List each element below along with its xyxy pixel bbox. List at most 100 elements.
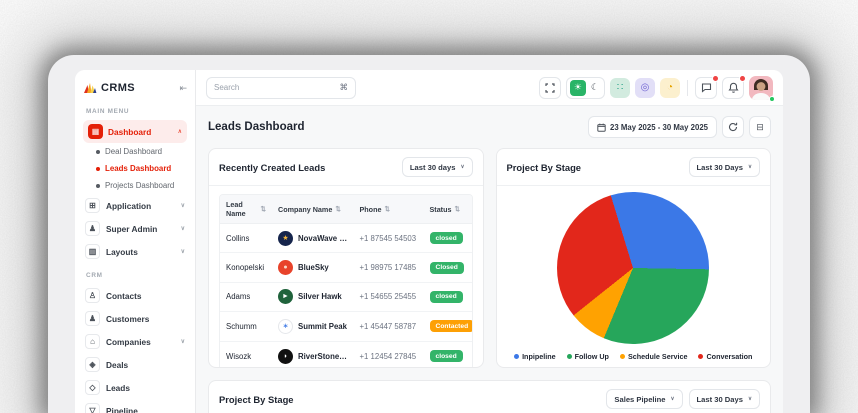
phone-cell: +1 87545 54503 <box>354 234 424 243</box>
table-row[interactable]: Wisozk◗RiverStone Ltd+1 12454 27845close… <box>220 342 472 368</box>
contacts-icon: ♙ <box>85 288 100 303</box>
sidebar-subitem-leads-dashboard[interactable]: Leads Dashboard <box>83 160 187 177</box>
stage-filter-select[interactable]: Last 30 Days ∨ <box>689 157 760 177</box>
status-badge: Contacted <box>430 320 473 332</box>
notifications-button[interactable] <box>722 77 744 99</box>
crms-logo-icon <box>83 82 97 94</box>
legend-label: Conversation <box>706 352 752 361</box>
sidebar-item-deals[interactable]: ◈Deals <box>83 353 187 376</box>
refresh-button[interactable] <box>722 116 744 138</box>
bullet-icon <box>96 184 100 188</box>
bottom-filter-select-last-30-days[interactable]: Last 30 Days∨ <box>689 389 760 409</box>
lead-name-cell: Wisozk <box>220 352 272 361</box>
table-row[interactable]: Schumm∗Summit Peak+1 45447 58787Contacte… <box>220 312 472 341</box>
sidebar-item-contacts[interactable]: ♙Contacts <box>83 284 187 307</box>
lead-name-cell: Konopelski <box>220 263 272 272</box>
user-avatar[interactable] <box>749 76 773 100</box>
company-name: RiverStone Ltd <box>298 352 348 361</box>
main-menu-label: MAIN MENU <box>86 108 184 115</box>
legend-dot-icon <box>514 354 519 359</box>
table-row[interactable]: Collins★NovaWave LLC+1 87545 54503closed <box>220 224 472 253</box>
sidebar-item-label: Customers <box>106 314 149 324</box>
chevron-down-icon: ∨ <box>748 164 752 170</box>
legend-item-conversation: Conversation <box>698 352 752 361</box>
pipeline-icon: ▽ <box>85 403 100 413</box>
select-value: Sales Pipeline <box>614 395 665 404</box>
sidebar-subitem-projects-dashboard[interactable]: Projects Dashboard <box>83 177 187 194</box>
project-by-stage-card: Project By Stage Last 30 Days ∨ Inpipeli… <box>496 148 772 368</box>
target-button[interactable]: ◎ <box>635 78 655 98</box>
command-key-icon: ⌘ <box>340 82 349 93</box>
topbar: ⌘ ☀ ☾ ∷ ◎ ◔ <box>196 70 783 106</box>
sidebar-item-companies[interactable]: ⌂Companies∨ <box>83 330 187 353</box>
legend-dot-icon <box>698 354 703 359</box>
select-value: Last 30 Days <box>697 163 743 172</box>
sidebar-item-pipeline[interactable]: ▽Pipeline <box>83 399 187 413</box>
sidebar-item-layouts[interactable]: ▥Layouts∨ <box>83 240 187 263</box>
card-title: Recently Created Leads <box>219 162 325 173</box>
table-row[interactable]: Adams►Silver Hawk+1 54655 25455closed <box>220 283 472 312</box>
leads-icon: ◇ <box>85 380 100 395</box>
apps-grid-icon: ∷ <box>617 82 623 93</box>
history-button[interactable]: ◔ <box>660 78 680 98</box>
column-header-lead-name[interactable]: Lead Name⇅ <box>220 195 272 223</box>
sidebar-subitem-deal-dashboard[interactable]: Deal Dashboard <box>83 143 187 160</box>
chevron-down-icon: ∨ <box>181 248 185 255</box>
sidebar-item-label: Super Admin <box>106 224 157 234</box>
chart-legend: InpipelineFollow UpSchedule ServiceConve… <box>514 352 752 361</box>
light-mode-icon[interactable]: ☀ <box>570 80 586 96</box>
legend-item-follow-up: Follow Up <box>567 352 609 361</box>
select-value: Last 30 days <box>410 163 456 172</box>
dark-mode-icon[interactable]: ☾ <box>589 82 601 93</box>
target-icon: ◎ <box>641 82 650 93</box>
bullet-icon <box>96 150 100 154</box>
collapse-header-button[interactable]: ⊟ <box>749 116 771 138</box>
search-box[interactable]: ⌘ <box>206 77 356 99</box>
table-row[interactable]: Konopelski●BlueSky+1 98975 17485Closed <box>220 253 472 282</box>
status-cell: Contacted <box>424 320 472 332</box>
sidebar-item-super-admin[interactable]: ♟Super Admin∨ <box>83 217 187 240</box>
sidebar-collapse-icon[interactable]: ⇤ <box>179 83 187 94</box>
clock-icon: ◔ <box>667 82 673 93</box>
leads-filter-select[interactable]: Last 30 days ∨ <box>402 157 473 177</box>
column-header-status[interactable]: Status⇅ <box>424 195 472 223</box>
app-title: CRMS <box>101 82 135 94</box>
company-logo-silver-hawk: ► <box>278 289 293 304</box>
sidebar-item-dashboard[interactable]: ▦ Dashboard ∧ <box>83 120 187 143</box>
chevron-up-icon: ∧ <box>178 128 182 135</box>
chevron-down-icon: ∨ <box>460 164 464 170</box>
status-cell: Closed <box>424 262 472 274</box>
stage-pie-chart <box>557 192 709 344</box>
bullet-icon <box>96 167 100 171</box>
fullscreen-icon <box>545 83 555 93</box>
messages-button[interactable] <box>695 77 717 99</box>
sort-icon: ⇅ <box>261 205 266 213</box>
fullscreen-button[interactable] <box>539 77 561 99</box>
company-name: BlueSky <box>298 263 329 272</box>
notification-badge <box>739 75 746 82</box>
status-badge: closed <box>430 232 463 244</box>
sidebar-item-leads[interactable]: ◇Leads <box>83 376 187 399</box>
card-title: Project By Stage <box>507 162 582 173</box>
legend-item-inpipeline: Inpipeline <box>514 352 556 361</box>
crm-section-label: CRM <box>86 272 184 279</box>
column-header-phone[interactable]: Phone⇅ <box>354 195 424 223</box>
theme-toggle[interactable]: ☀ ☾ <box>566 77 605 99</box>
collapse-icon: ⊟ <box>756 122 764 133</box>
company-cell: ★NovaWave LLC <box>272 231 354 246</box>
bottom-filter-select-sales-pipeline[interactable]: Sales Pipeline ∨ <box>606 389 682 409</box>
search-input[interactable] <box>214 83 336 92</box>
status-cell: closed <box>424 350 472 362</box>
legend-dot-icon <box>567 354 572 359</box>
date-range-label: 23 May 2025 - 30 May 2025 <box>610 123 708 132</box>
table-header-row: Lead Name⇅Company Name⇅Phone⇅Status⇅ <box>220 195 472 224</box>
date-range-picker[interactable]: 23 May 2025 - 30 May 2025 <box>588 116 717 138</box>
column-header-company-name[interactable]: Company Name⇅ <box>272 195 354 223</box>
column-label: Status <box>430 205 452 214</box>
chevron-down-icon: ∨ <box>671 396 675 402</box>
apps-button[interactable]: ∷ <box>610 78 630 98</box>
sidebar-item-label: Layouts <box>106 247 138 257</box>
bell-icon <box>728 82 739 93</box>
sidebar-item-application[interactable]: ⊞Application∨ <box>83 194 187 217</box>
sidebar-item-customers[interactable]: ♟Customers <box>83 307 187 330</box>
